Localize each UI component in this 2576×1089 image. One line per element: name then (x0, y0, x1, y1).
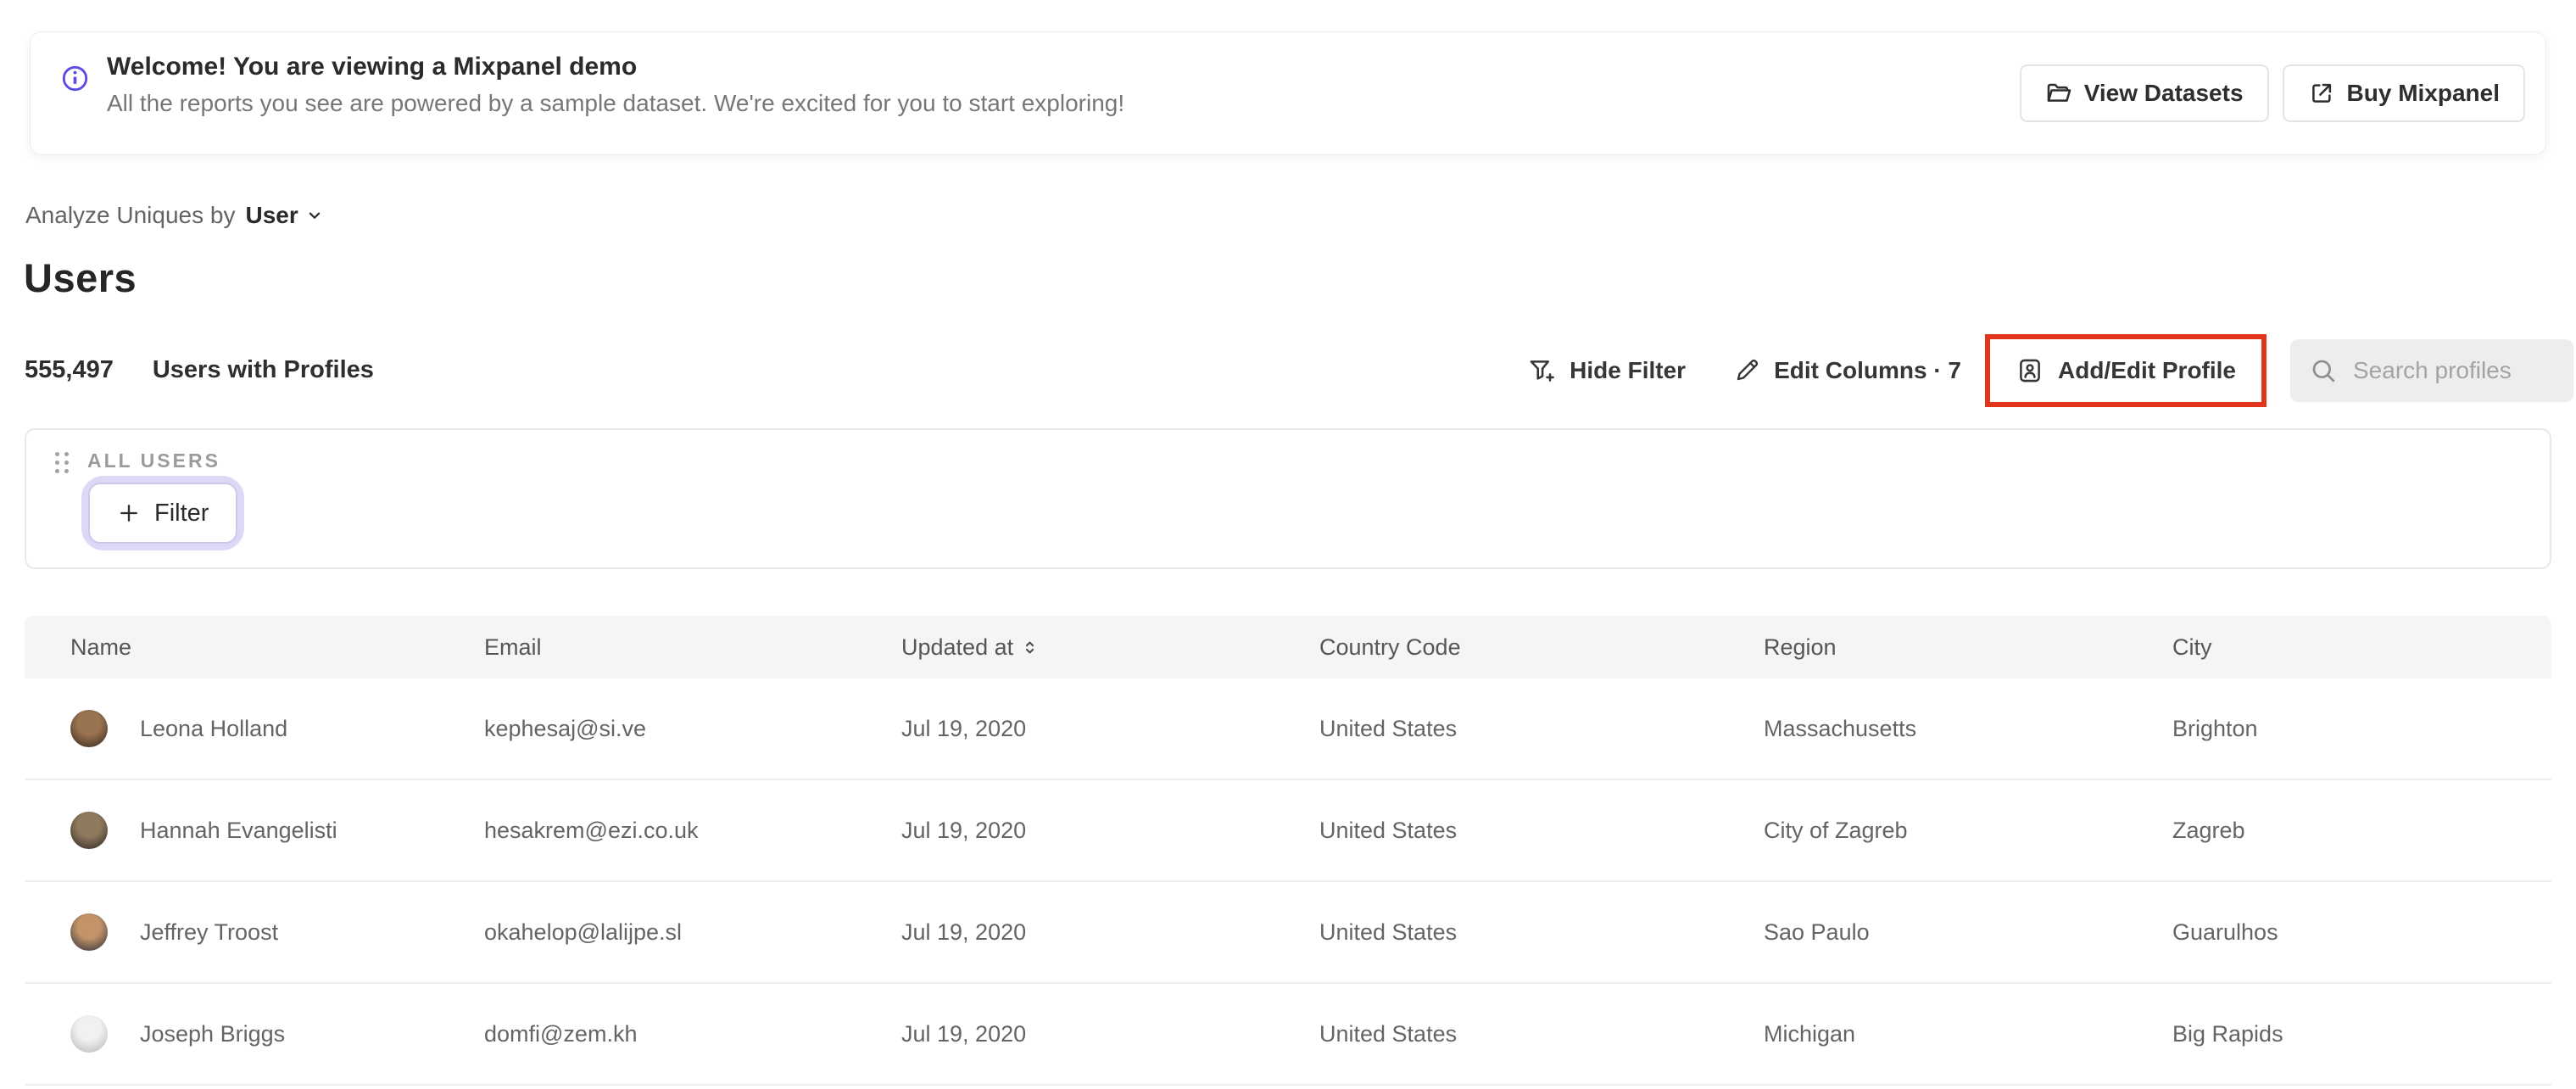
plus-icon (117, 501, 141, 525)
add-filter-button[interactable]: Filter (88, 483, 238, 544)
cell-country-code: United States (1319, 1020, 1458, 1047)
table-toolbar: Hide Filter Edit Columns · 7 Add/Edit Pr… (1527, 334, 2573, 407)
cell-city: Brighton (2172, 715, 2258, 741)
view-datasets-button[interactable]: View Datasets (2019, 64, 2269, 122)
cell-name: Joseph Briggs (140, 1020, 286, 1047)
buy-mixpanel-button[interactable]: Buy Mixpanel (2282, 64, 2525, 122)
filter-button-focus-ring: Filter (88, 483, 238, 544)
cell-city: Guarulhos (2172, 919, 2278, 945)
cell-name: Leona Holland (140, 715, 288, 741)
add-edit-profile-button[interactable]: Add/Edit Profile (2016, 356, 2236, 385)
cell-email: hesakrem@ezi.co.uk (484, 817, 699, 843)
cell-email: okahelop@lalijpe.sl (484, 919, 683, 945)
search-placeholder: Search profiles (2353, 357, 2512, 383)
cell-name: Hannah Evangelisti (140, 817, 337, 843)
column-header-email[interactable]: Email (484, 634, 901, 661)
analyze-uniques-row: Analyze Uniques by User (25, 202, 324, 229)
add-filter-label: Filter (154, 499, 209, 527)
profiles-count: 555,497 (25, 356, 114, 383)
cell-updated-at: Jul 19, 2020 (901, 817, 1027, 843)
hide-filter-label: Hide Filter (1570, 357, 1687, 383)
cell-name: Jeffrey Troost (140, 919, 279, 945)
banner-title: Welcome! You are viewing a Mixpanel demo (107, 53, 638, 81)
cell-country-code: United States (1319, 817, 1458, 843)
table-row[interactable]: Leona Holland kephesaj@si.ve Jul 19, 202… (25, 679, 2551, 780)
cell-email: domfi@zem.kh (484, 1020, 638, 1047)
chevron-down-icon (305, 206, 324, 225)
column-header-city[interactable]: City (2172, 634, 2551, 661)
analyze-uniques-dropdown[interactable]: User (245, 202, 323, 229)
info-icon (61, 64, 89, 92)
cell-updated-at: Jul 19, 2020 (901, 1020, 1027, 1047)
drag-handle-icon[interactable] (55, 452, 69, 473)
column-header-updated-at[interactable]: Updated at (901, 634, 1319, 661)
cell-region: Michigan (1764, 1020, 1856, 1047)
add-edit-profile-highlight: Add/Edit Profile (1985, 334, 2267, 407)
sort-icon (1022, 639, 1038, 656)
avatar (70, 913, 108, 951)
profiles-count-label: Users with Profiles (152, 356, 374, 383)
search-profiles-input[interactable]: Search profiles (2290, 339, 2573, 402)
add-edit-profile-label: Add/Edit Profile (2058, 357, 2236, 383)
cell-region: Massachusetts (1764, 715, 1917, 741)
cell-region: Sao Paulo (1764, 919, 1870, 945)
column-header-country-code[interactable]: Country Code (1319, 634, 1764, 661)
cell-country-code: United States (1319, 715, 1458, 741)
search-icon (2309, 356, 2338, 385)
filter-panel: ALL USERS Filter (25, 428, 2551, 569)
users-table: Name Email Updated at Country Code Regio… (25, 616, 2551, 1086)
table-body: Leona Holland kephesaj@si.ve Jul 19, 202… (25, 679, 2551, 1086)
folder-icon (2045, 80, 2072, 107)
profiles-count-row: 555,497 Users with Profiles (25, 356, 374, 384)
table-row[interactable]: Joseph Briggs domfi@zem.kh Jul 19, 2020 … (25, 984, 2551, 1086)
avatar (70, 812, 108, 849)
pencil-icon (1733, 357, 1760, 384)
table-row[interactable]: Jeffrey Troost okahelop@lalijpe.sl Jul 1… (25, 882, 2551, 984)
view-datasets-label: View Datasets (2083, 80, 2244, 106)
edit-columns-button[interactable]: Edit Columns · 7 (1733, 357, 1961, 384)
table-header-row: Name Email Updated at Country Code Regio… (25, 616, 2551, 679)
column-header-name[interactable]: Name (70, 634, 484, 661)
cell-region: City of Zagreb (1764, 817, 1908, 843)
analyze-uniques-label: Analyze Uniques by (25, 202, 236, 228)
cell-email: kephesaj@si.ve (484, 715, 647, 741)
cell-city: Zagreb (2172, 817, 2245, 843)
analyze-uniques-value: User (245, 202, 298, 228)
funnel-plus-icon (1527, 356, 1556, 385)
avatar (70, 1015, 108, 1053)
cell-country-code: United States (1319, 919, 1458, 945)
table-row[interactable]: Hannah Evangelisti hesakrem@ezi.co.uk Ju… (25, 780, 2551, 882)
buy-mixpanel-label: Buy Mixpanel (2346, 80, 2500, 106)
cell-city: Big Rapids (2172, 1020, 2283, 1047)
external-link-icon (2308, 80, 2335, 107)
cell-updated-at: Jul 19, 2020 (901, 919, 1027, 945)
page-title: Users (24, 255, 137, 300)
welcome-banner: Welcome! You are viewing a Mixpanel demo… (30, 31, 2546, 155)
edit-columns-label: Edit Columns · 7 (1774, 357, 1961, 383)
cell-updated-at: Jul 19, 2020 (901, 715, 1027, 741)
column-header-region[interactable]: Region (1764, 634, 2172, 661)
hide-filter-button[interactable]: Hide Filter (1527, 356, 1686, 385)
all-users-label: ALL USERS (87, 450, 220, 472)
profile-card-icon (2016, 356, 2044, 385)
avatar (70, 710, 108, 747)
banner-subtitle: All the reports you see are powered by a… (107, 90, 1125, 116)
